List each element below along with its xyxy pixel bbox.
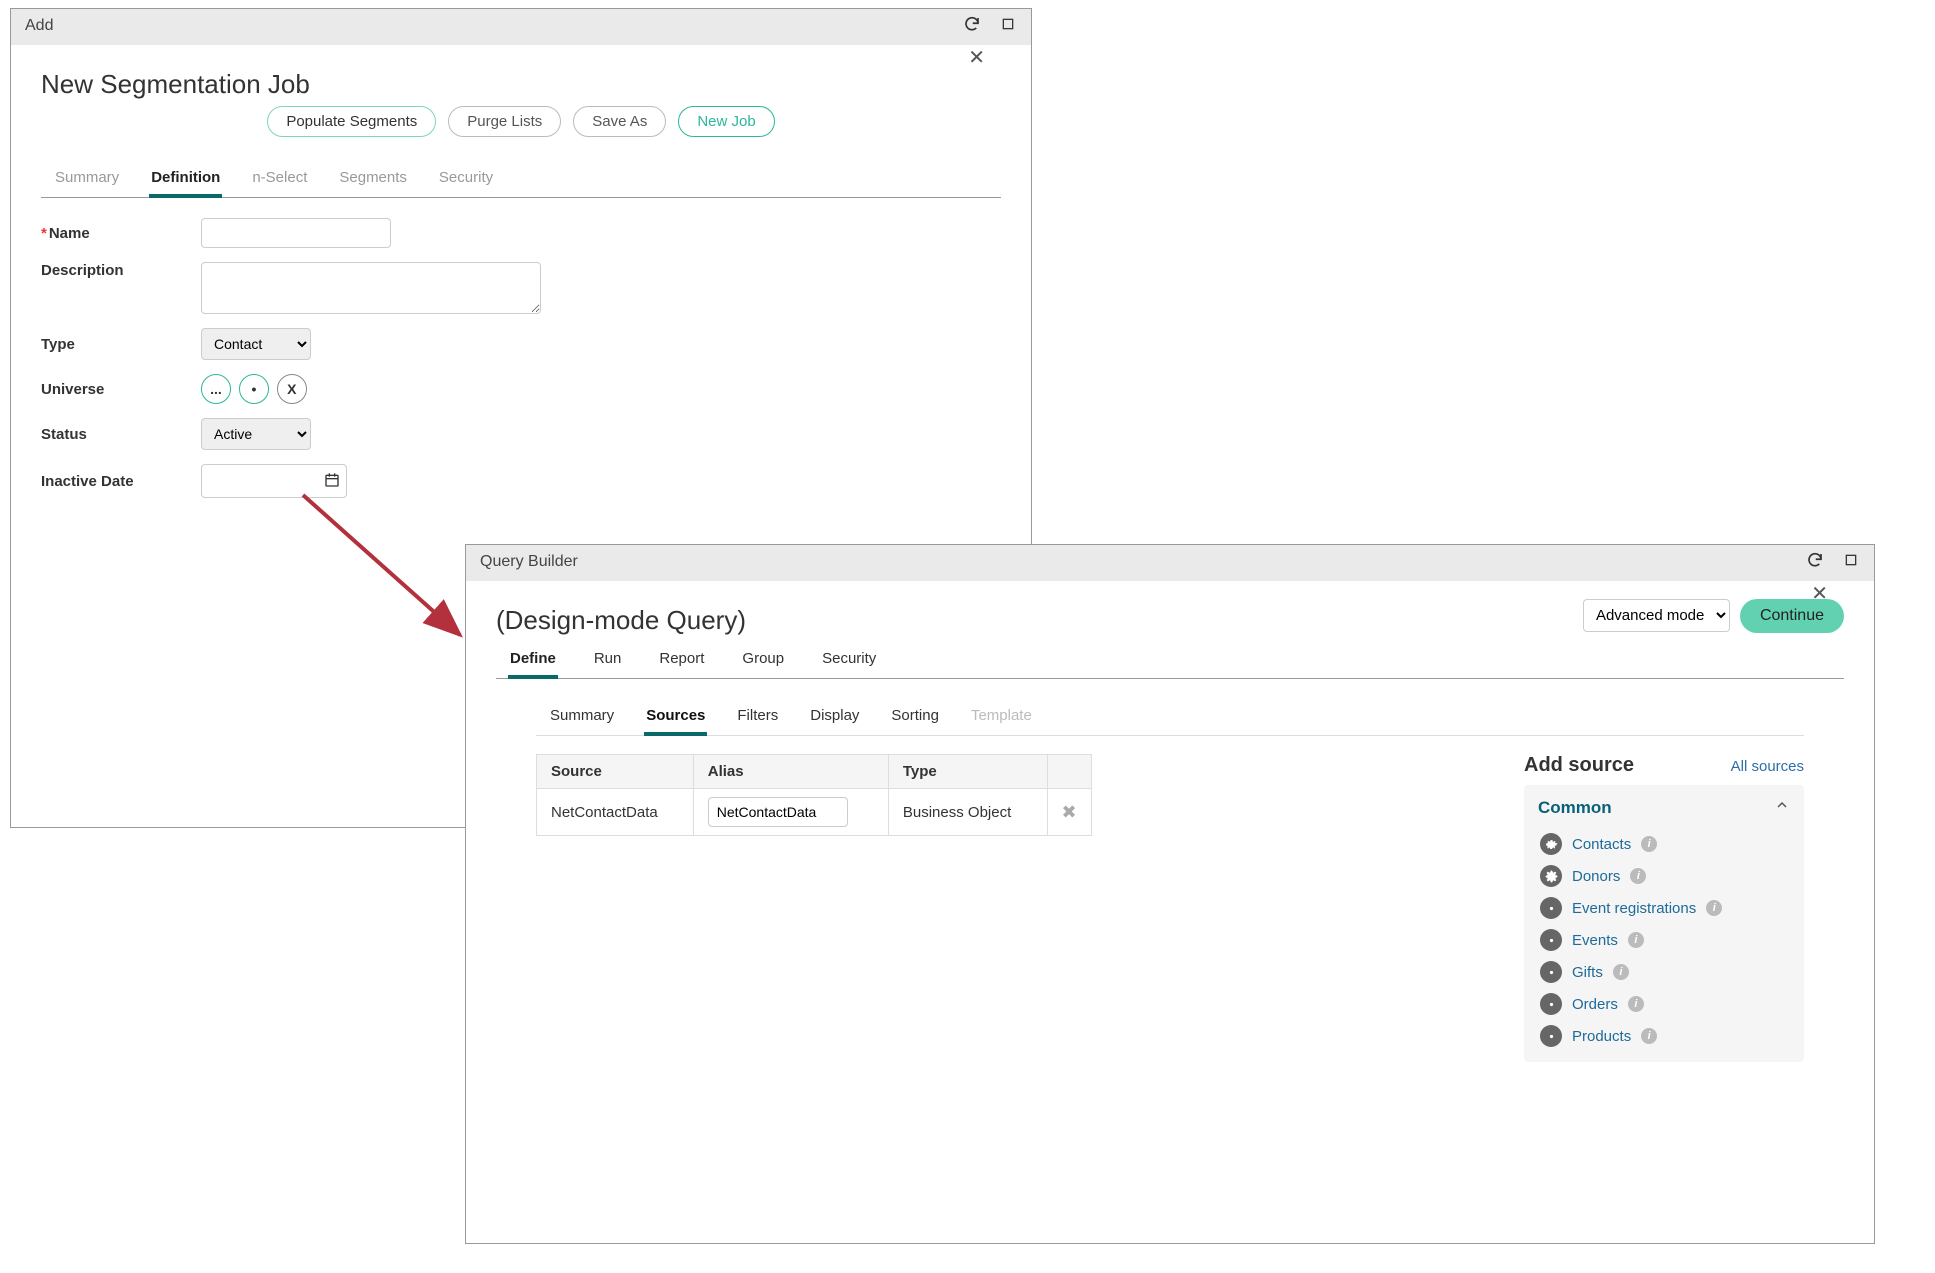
tab-run[interactable]: Run bbox=[592, 642, 624, 678]
source-link[interactable]: Orders bbox=[1572, 996, 1618, 1013]
subtab-summary[interactable]: Summary bbox=[548, 699, 616, 735]
save-as-button[interactable]: Save As bbox=[573, 106, 666, 137]
type-label: Type bbox=[41, 336, 201, 353]
gear-icon bbox=[1540, 961, 1562, 983]
alias-input[interactable] bbox=[708, 797, 848, 827]
close-icon[interactable]: ✕ bbox=[1811, 581, 1828, 606]
universe-label: Universe bbox=[41, 381, 201, 398]
cell-type: Business Object bbox=[888, 789, 1047, 836]
th-source: Source bbox=[537, 755, 694, 789]
querybuilder-titlebar: Query Builder ✕ bbox=[466, 545, 1874, 581]
description-input[interactable] bbox=[201, 262, 541, 314]
tab-security[interactable]: Security bbox=[820, 642, 878, 678]
subtab-template: Template bbox=[969, 699, 1034, 735]
define-subtabs: Summary Sources Filters Display Sorting … bbox=[536, 699, 1804, 736]
query-tabs: Define Run Report Group Security bbox=[496, 642, 1844, 679]
source-link[interactable]: Event registrations bbox=[1572, 900, 1696, 917]
source-item[interactable]: Gifts i bbox=[1538, 956, 1790, 988]
tab-define[interactable]: Define bbox=[508, 642, 558, 679]
info-icon[interactable]: i bbox=[1641, 836, 1657, 852]
mode-select[interactable]: Advanced mode bbox=[1583, 599, 1730, 632]
info-icon[interactable]: i bbox=[1628, 932, 1644, 948]
inactive-date-label: Inactive Date bbox=[41, 473, 201, 490]
universe-clear-button[interactable]: X bbox=[277, 374, 307, 404]
status-select[interactable]: Active bbox=[201, 418, 311, 450]
source-link[interactable]: Products bbox=[1572, 1028, 1631, 1045]
continue-button[interactable]: Continue bbox=[1740, 599, 1844, 633]
info-icon[interactable]: i bbox=[1706, 900, 1722, 916]
name-label: *Name bbox=[41, 225, 201, 242]
populate-segments-button[interactable]: Populate Segments bbox=[267, 106, 436, 137]
gear-icon bbox=[1540, 929, 1562, 951]
source-item[interactable]: Orders i bbox=[1538, 988, 1790, 1020]
th-alias: Alias bbox=[693, 755, 888, 789]
window-title: Add bbox=[25, 17, 53, 34]
maximize-icon[interactable] bbox=[999, 15, 1017, 33]
subtab-sources[interactable]: Sources bbox=[644, 699, 707, 736]
universe-new-button[interactable]: • bbox=[239, 374, 269, 404]
close-icon[interactable]: ✕ bbox=[968, 45, 985, 70]
name-input[interactable] bbox=[201, 218, 391, 248]
status-label: Status bbox=[41, 426, 201, 443]
info-icon[interactable]: i bbox=[1641, 1028, 1657, 1044]
gear-icon bbox=[1540, 833, 1562, 855]
source-link[interactable]: Contacts bbox=[1572, 836, 1631, 853]
source-item[interactable]: Events i bbox=[1538, 924, 1790, 956]
maximize-icon[interactable] bbox=[1842, 551, 1860, 569]
table-row: NetContactData Business Object ✖ bbox=[537, 789, 1092, 836]
window-title: Query Builder bbox=[480, 553, 578, 570]
tab-summary[interactable]: Summary bbox=[53, 161, 121, 197]
add-source-title: Add source bbox=[1524, 754, 1634, 777]
sources-table: Source Alias Type NetContactData Busines… bbox=[536, 754, 1092, 836]
gear-icon bbox=[1540, 865, 1562, 887]
all-sources-link[interactable]: All sources bbox=[1731, 758, 1804, 775]
tab-report[interactable]: Report bbox=[657, 642, 706, 678]
tab-nselect[interactable]: n-Select bbox=[250, 161, 309, 197]
source-link[interactable]: Gifts bbox=[1572, 964, 1603, 981]
gear-icon bbox=[1540, 1025, 1562, 1047]
gear-icon bbox=[1540, 993, 1562, 1015]
tab-definition[interactable]: Definition bbox=[149, 161, 222, 198]
source-item[interactable]: Donors i bbox=[1538, 860, 1790, 892]
subtab-sorting[interactable]: Sorting bbox=[889, 699, 941, 735]
source-item[interactable]: Contacts i bbox=[1538, 828, 1790, 860]
tab-segments[interactable]: Segments bbox=[337, 161, 409, 197]
refresh-icon[interactable] bbox=[1806, 551, 1824, 569]
info-icon[interactable]: i bbox=[1613, 964, 1629, 980]
source-link[interactable]: Donors bbox=[1572, 868, 1620, 885]
category-common-toggle[interactable]: Common bbox=[1538, 797, 1790, 818]
source-item[interactable]: Event registrations i bbox=[1538, 892, 1790, 924]
source-item[interactable]: Products i bbox=[1538, 1020, 1790, 1052]
page-title: New Segmentation Job bbox=[41, 69, 1001, 100]
query-builder-window: Query Builder ✕ (Design-mode Query) Adva… bbox=[465, 544, 1875, 1244]
source-category-panel: Common Contacts i Donors i bbox=[1524, 785, 1804, 1062]
subtab-display[interactable]: Display bbox=[808, 699, 861, 735]
subtab-filters[interactable]: Filters bbox=[735, 699, 780, 735]
definition-tabs: Summary Definition n-Select Segments Sec… bbox=[41, 161, 1001, 198]
description-label: Description bbox=[41, 262, 201, 279]
page-title: (Design-mode Query) bbox=[496, 605, 746, 636]
delete-row-icon[interactable]: ✖ bbox=[1062, 802, 1077, 822]
refresh-icon[interactable] bbox=[963, 15, 981, 33]
gear-icon bbox=[1540, 897, 1562, 919]
tab-group[interactable]: Group bbox=[740, 642, 786, 678]
tab-security[interactable]: Security bbox=[437, 161, 495, 197]
new-job-button[interactable]: New Job bbox=[678, 106, 774, 137]
th-type: Type bbox=[888, 755, 1047, 789]
source-link[interactable]: Events bbox=[1572, 932, 1618, 949]
add-window-titlebar: Add ✕ bbox=[11, 9, 1031, 45]
inactive-date-input[interactable] bbox=[204, 467, 324, 495]
purge-lists-button[interactable]: Purge Lists bbox=[448, 106, 561, 137]
info-icon[interactable]: i bbox=[1630, 868, 1646, 884]
universe-browse-button[interactable]: ... bbox=[201, 374, 231, 404]
cell-source: NetContactData bbox=[537, 789, 694, 836]
calendar-icon[interactable] bbox=[324, 472, 340, 491]
info-icon[interactable]: i bbox=[1628, 996, 1644, 1012]
chevron-up-icon bbox=[1774, 797, 1790, 818]
type-select[interactable]: Contact bbox=[201, 328, 311, 360]
